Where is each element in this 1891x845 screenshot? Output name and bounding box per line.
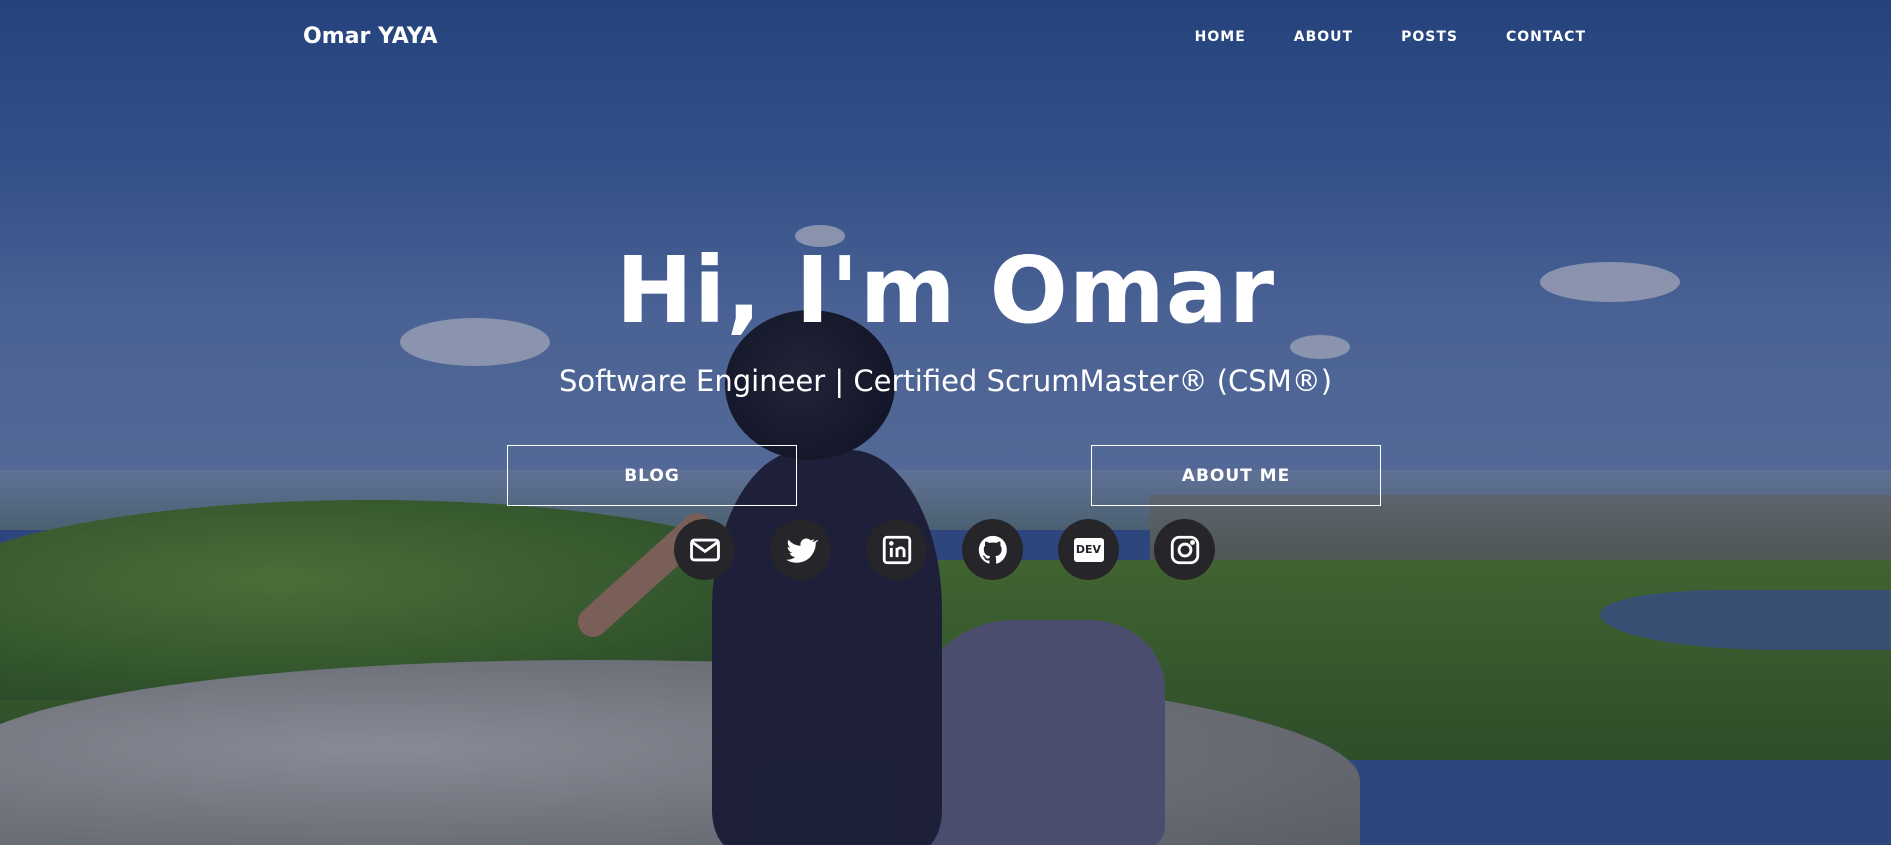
twitter-icon bbox=[785, 537, 818, 563]
brand-link[interactable]: Omar YAYA bbox=[303, 24, 438, 49]
hero-section: Omar YAYA HOME ABOUT POSTS CONTACT Hi, I… bbox=[0, 0, 1891, 845]
background-overlay bbox=[0, 0, 1891, 845]
nav-link-posts[interactable]: POSTS bbox=[1401, 29, 1458, 45]
instagram-icon bbox=[1170, 535, 1199, 564]
nav-link-contact[interactable]: CONTACT bbox=[1506, 29, 1586, 45]
social-links: DEV bbox=[674, 519, 1215, 580]
github-icon bbox=[978, 535, 1007, 564]
about-me-button[interactable]: ABOUT ME bbox=[1091, 445, 1381, 506]
hero-subtitle: Software Engineer | Certified ScrumMaste… bbox=[558, 364, 1333, 398]
email-link[interactable] bbox=[674, 519, 735, 580]
twitter-link[interactable] bbox=[770, 519, 831, 580]
instagram-link[interactable] bbox=[1154, 519, 1215, 580]
hero-title: Hi, I'm Omar bbox=[615, 237, 1276, 344]
github-link[interactable] bbox=[962, 519, 1023, 580]
blog-button[interactable]: BLOG bbox=[507, 445, 797, 506]
nav-link-home[interactable]: HOME bbox=[1195, 29, 1246, 45]
nav-link-about[interactable]: ABOUT bbox=[1294, 29, 1353, 45]
nav-links: HOME ABOUT POSTS CONTACT bbox=[1195, 29, 1586, 45]
mail-icon bbox=[689, 538, 720, 561]
linkedin-link[interactable] bbox=[866, 519, 927, 580]
navbar: Omar YAYA HOME ABOUT POSTS CONTACT bbox=[0, 0, 1891, 76]
dev-link[interactable]: DEV bbox=[1058, 519, 1119, 580]
dev-icon: DEV bbox=[1073, 537, 1104, 562]
linkedin-icon bbox=[882, 535, 911, 564]
